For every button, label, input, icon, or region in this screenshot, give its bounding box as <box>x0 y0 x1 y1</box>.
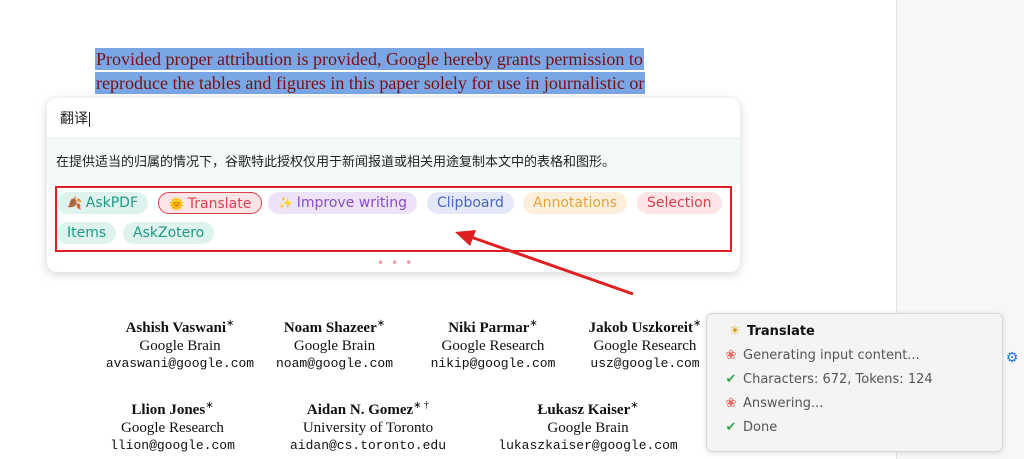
status-step-text: Done <box>743 420 778 435</box>
author-email: llion@google.com <box>110 438 235 453</box>
ai-icon: ❀ <box>725 348 737 363</box>
popup-title-text: 翻译 <box>60 111 88 127</box>
author-block: Noam Shazeer∗ Google Brain noam@google.c… <box>262 315 407 373</box>
translation-output: 在提供适当的归属的情况下，谷歌特此授权仅用于新闻报道或相关用途复制本文中的表格和… <box>47 138 740 184</box>
author-name: Aidan N. Gomez <box>306 402 414 418</box>
author-mark: ∗ <box>205 400 214 411</box>
author-mark: ∗ <box>692 318 702 329</box>
author-affiliation: Google Brain <box>139 338 221 354</box>
status-title: ☀ Translate <box>727 324 815 339</box>
tag-clipboard[interactable]: Clipboard <box>427 192 514 214</box>
author-mark: ∗ † <box>413 400 430 411</box>
author-affiliation: Google Brain <box>547 420 629 436</box>
tag-translate[interactable]: 🌞 Translate <box>158 192 263 214</box>
tag-label: AskPDF <box>85 195 139 211</box>
author-email: lukaszkaiser@google.com <box>498 438 678 453</box>
author-email: avaswani@google.com <box>105 356 255 371</box>
sun-icon: 🌞 <box>169 197 188 211</box>
tag-label: Selection <box>647 195 712 211</box>
author-mark: ∗ <box>630 400 639 411</box>
sparkle-icon: ✨ <box>278 196 297 210</box>
author-mark: ∗ <box>529 318 538 329</box>
author-mark: ∗ <box>226 318 235 329</box>
tag-label: Translate <box>187 196 252 212</box>
author-name: Łukasz Kaiser <box>537 402 631 418</box>
author-block: Łukasz Kaiser∗ Google Brain lukaszkaiser… <box>488 397 688 455</box>
author-name: Jakob Uszkoreit <box>588 320 693 336</box>
author-email: aidan@cs.toronto.edu <box>289 438 447 453</box>
tag-askzotero[interactable]: AskZotero <box>123 222 215 244</box>
check-icon: ✔ <box>725 420 737 435</box>
author-name: Noam Shazeer <box>283 320 377 336</box>
leaf-icon: 🍂 <box>67 196 86 210</box>
status-step-text: Characters: 672, Tokens: 124 <box>743 372 933 387</box>
check-icon: ✔ <box>725 372 737 387</box>
author-mark: ∗ <box>376 318 386 329</box>
status-step: ❀ Answering... <box>723 396 824 411</box>
text-cursor <box>89 111 90 127</box>
status-step: ✔ Characters: 672, Tokens: 124 <box>723 372 933 387</box>
author-block: Niki Parmar∗ Google Research nikip@googl… <box>418 315 568 373</box>
author-block: Jakob Uszkoreit∗ Google Research usz@goo… <box>580 315 710 373</box>
translate-status-panel: ☀ Translate ❀ Generating input content... … <box>706 313 1003 452</box>
author-email: nikip@google.com <box>430 356 556 371</box>
tag-label: Clipboard <box>437 195 504 211</box>
author-affiliation: Google Research <box>121 420 224 436</box>
author-affiliation: Google Research <box>593 338 697 354</box>
status-step-text: Generating input content... <box>743 348 920 363</box>
author-affiliation: University of Toronto <box>302 420 434 436</box>
prompt-tags-highlight: 🍂 AskPDF 🌞 Translate ✨ Improve writing C… <box>55 186 732 252</box>
author-affiliation: Google Research <box>441 338 545 354</box>
ai-icon: ❀ <box>725 396 737 411</box>
author-email: usz@google.com <box>590 356 700 371</box>
tag-label: Annotations <box>533 195 618 211</box>
tag-label: Items <box>67 225 107 241</box>
author-email: noam@google.com <box>275 356 394 371</box>
popup-title: 翻译 <box>60 108 90 128</box>
author-block: Ashish Vaswani∗ Google Brain avaswani@go… <box>100 315 260 373</box>
gear-icon[interactable]: ⚙ <box>1004 350 1020 366</box>
translate-popup: 翻译 在提供适当的归属的情况下，谷歌特此授权仅用于新闻报道或相关用途复制本文中的… <box>47 98 740 272</box>
tag-label: Improve writing <box>296 195 408 211</box>
tag-selection[interactable]: Selection <box>637 192 722 214</box>
selected-text-line-2[interactable]: reproduce the tables and figures in this… <box>95 72 646 94</box>
author-name: Niki Parmar <box>448 320 530 336</box>
status-step: ✔ Done <box>723 420 778 435</box>
author-name: Ashish Vaswani <box>125 320 227 336</box>
author-name: Llion Jones <box>131 402 206 418</box>
tag-improve-writing[interactable]: ✨ Improve writing <box>268 192 418 214</box>
tag-items[interactable]: Items <box>57 222 117 244</box>
status-title-text: Translate <box>747 324 815 339</box>
author-affiliation: Google Brain <box>293 338 376 354</box>
sun-icon: ☀ <box>729 324 741 339</box>
author-block: Aidan N. Gomez∗ † University of Toronto … <box>268 397 468 455</box>
tag-label: AskZotero <box>133 225 205 241</box>
more-dots[interactable]: ••• <box>377 256 419 270</box>
status-step: ❀ Generating input content... <box>723 348 920 363</box>
translation-text: 在提供适当的归属的情况下，谷歌特此授权仅用于新闻报道或相关用途复制本文中的表格和… <box>56 155 616 170</box>
status-step-text: Answering... <box>743 396 824 411</box>
tag-askpdf[interactable]: 🍂 AskPDF <box>57 192 149 214</box>
selected-text-line-1[interactable]: Provided proper attribution is provided,… <box>95 48 644 70</box>
tag-annotations[interactable]: Annotations <box>523 192 628 214</box>
author-block: Llion Jones∗ Google Research llion@googl… <box>95 397 250 455</box>
